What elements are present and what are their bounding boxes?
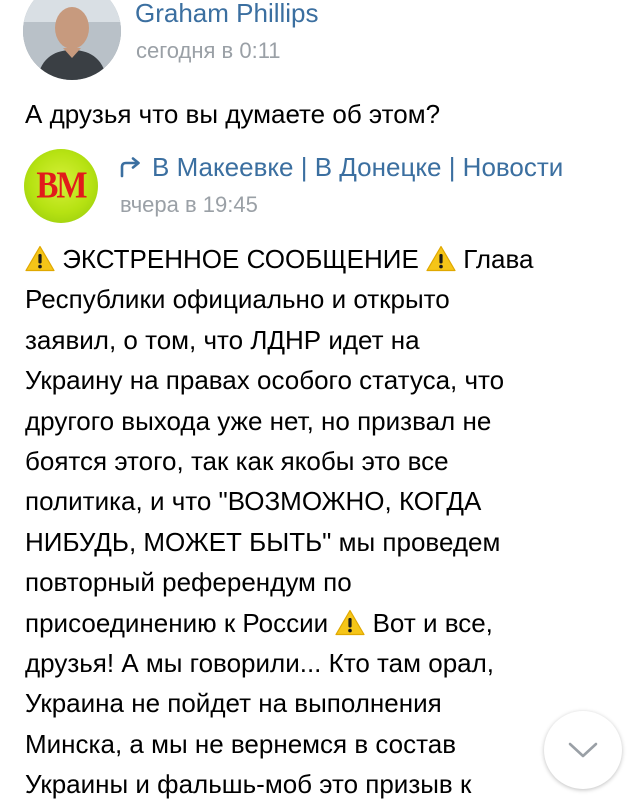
repost-text-line: повторный референдум по	[25, 562, 625, 602]
person-silhouette-icon	[23, 0, 121, 80]
repost-text-line: Украина не пойдет на выполнения	[25, 683, 625, 723]
repost-text-segment: политика, и что "ВОЗМОЖНО, КОГДА	[25, 486, 482, 517]
repost-timestamp[interactable]: вчера в 19:45	[120, 192, 258, 218]
repost-text-tail: Глава	[456, 244, 534, 274]
author-name-link[interactable]: Graham Phillips	[135, 0, 319, 29]
repost-text-line: присоединению к России Вот и все,	[25, 603, 625, 643]
repost-text-segment: НИБУДЬ, МОЖЕТ БЫТЬ" мы проведем	[25, 526, 501, 557]
repost-text-line: ЭКСТРЕННОЕ СООБЩЕНИЕ Глава	[25, 239, 625, 279]
repost-text-line: политика, и что "ВОЗМОЖНО, КОГДА	[25, 481, 625, 521]
repost-text-segment: ЭКСТРЕННОЕ СООБЩЕНИЕ	[55, 244, 427, 274]
repost-text-segment: другого выхода уже нет, но призвал не	[25, 405, 492, 436]
scroll-down-button[interactable]	[544, 711, 622, 789]
repost-text-line: заявил, о том, что ЛДНР идет на	[25, 320, 625, 360]
repost-source-name: В Макеевке | В Донецке | Новости	[152, 152, 564, 182]
repost-text-line: Республики официально и открыто	[25, 279, 625, 319]
repost-source-link[interactable]: В Макеевке | В Донецке | Новости	[118, 152, 616, 183]
warning-icon	[426, 245, 456, 272]
repost-text-line: Украину на правах особого статуса, что	[25, 360, 625, 400]
repost-text-line: друзья! А мы говорили... Кто там орал,	[25, 643, 625, 683]
repost-arrow-icon	[120, 156, 140, 177]
repost-text-line: Украины и фальшь-моб это призыв к	[25, 764, 625, 804]
repost-text-segment: Украина не пойдет на выполнения	[25, 688, 442, 719]
repost-text-segment: Украины и фальшь-моб это призыв к	[25, 769, 472, 800]
repost-text-segment: боятся этого, так как якобы это все	[25, 445, 449, 476]
repost-text-line: Минска, а мы не вернемся в состав	[25, 724, 625, 764]
warning-icon	[25, 245, 55, 272]
repost-avatar-logo: ВМ	[36, 164, 87, 207]
author-avatar[interactable]	[23, 0, 121, 80]
repost-text-tail: Вот и все,	[365, 607, 493, 638]
repost-text-segment: Украину на правах особого статуса, что	[25, 365, 505, 396]
repost-text-line: НИБУДЬ, МОЖЕТ БЫТЬ" мы проведем	[25, 522, 625, 562]
repost-source-avatar[interactable]: ВМ	[24, 149, 98, 223]
repost-text-segment: Республики официально и открыто	[25, 284, 450, 315]
repost-text-segment: друзья! А мы говорили... Кто там орал,	[25, 647, 495, 678]
repost-text-segment: заявил, о том, что ЛДНР идет на	[25, 324, 420, 355]
chevron-down-icon	[568, 742, 598, 758]
repost-text-segment: Минска, а мы не вернемся в состав	[25, 728, 457, 759]
post-text: А друзья что вы думаете об этом?	[25, 99, 441, 129]
post-timestamp[interactable]: сегодня в 0:11	[136, 38, 281, 64]
repost-text-segment: присоединению к России	[25, 607, 336, 638]
repost-text-line: боятся этого, так как якобы это все	[25, 441, 625, 481]
repost-text-segment: повторный референдум по	[25, 567, 352, 598]
repost-body-text: ЭКСТРЕННОЕ СООБЩЕНИЕ Глава Республики офи…	[25, 239, 625, 804]
warning-icon	[335, 609, 365, 635]
repost-text-line: другого выхода уже нет, но призвал не	[25, 401, 625, 441]
